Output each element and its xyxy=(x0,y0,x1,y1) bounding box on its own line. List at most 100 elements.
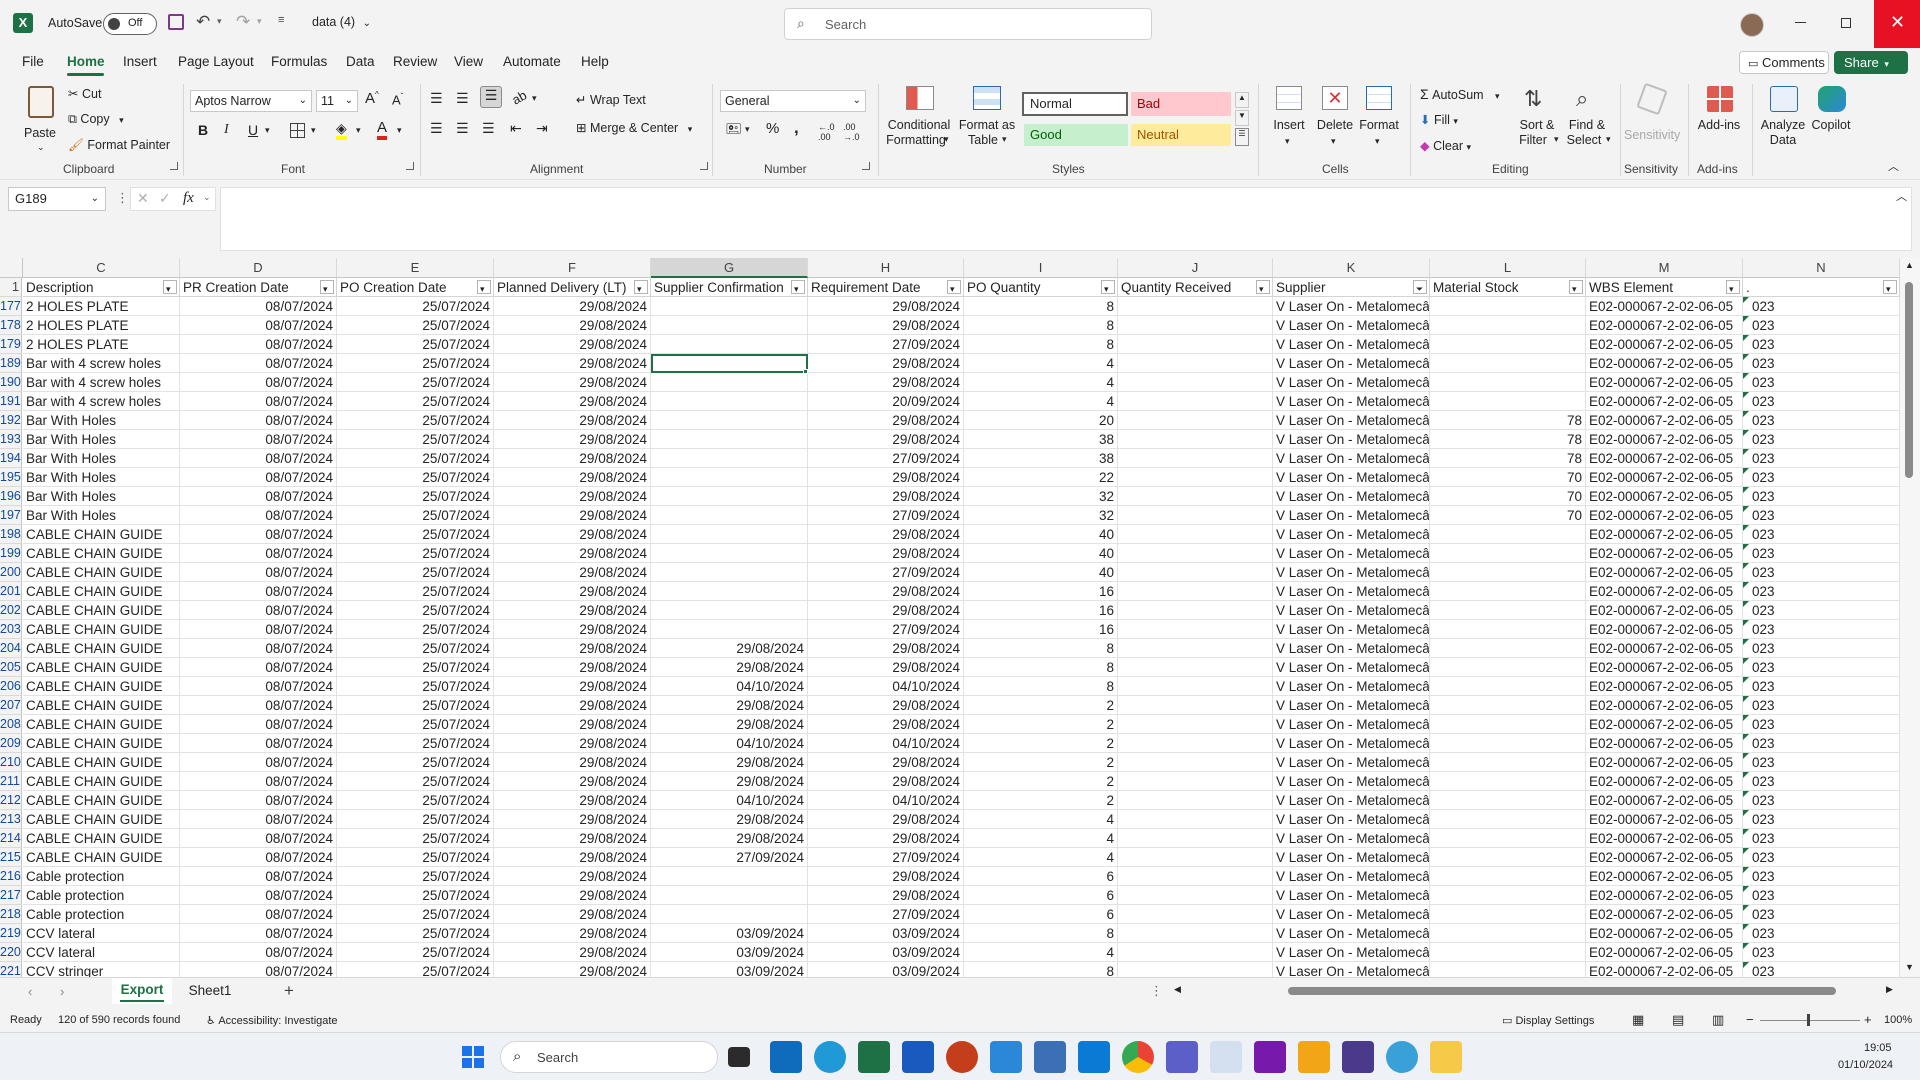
table-cell[interactable]: 03/09/2024 xyxy=(808,943,964,962)
table-cell[interactable]: E02-000067-2-02-06-05 xyxy=(1586,886,1743,905)
table-cell[interactable]: E02-000067-2-02-06-05 xyxy=(1586,924,1743,943)
table-cell[interactable]: 023 xyxy=(1743,525,1900,544)
table-cell[interactable]: 023 xyxy=(1743,316,1900,335)
table-cell[interactable]: 16 xyxy=(964,601,1118,620)
table-cell[interactable]: 4 xyxy=(964,392,1118,411)
style-normal[interactable]: Normal xyxy=(1022,92,1128,116)
table-cell[interactable]: 29/08/2024 xyxy=(651,829,808,848)
table-cell[interactable]: 023 xyxy=(1743,506,1900,525)
table-cell[interactable] xyxy=(1430,791,1586,810)
table-cell[interactable]: V Laser On - Metalomecânica, SA xyxy=(1273,620,1430,639)
table-cell[interactable]: 25/07/2024 xyxy=(337,297,494,316)
table-cell[interactable]: 4 xyxy=(964,373,1118,392)
table-cell[interactable]: 29/08/2024 xyxy=(494,449,651,468)
table-cell[interactable]: 29/08/2024 xyxy=(651,696,808,715)
header-cell[interactable]: PO Quantity ▾ xyxy=(964,278,1118,297)
windows-start-icon[interactable] xyxy=(462,1046,484,1068)
table-cell[interactable]: V Laser On - Metalomecânica, SA xyxy=(1273,791,1430,810)
decrease-indent-icon[interactable]: ⇤ xyxy=(510,120,522,137)
table-cell[interactable]: 023 xyxy=(1743,924,1900,943)
table-cell[interactable]: CABLE CHAIN GUIDE xyxy=(23,639,180,658)
table-cell[interactable]: 25/07/2024 xyxy=(337,335,494,354)
table-cell[interactable]: 29/08/2024 xyxy=(494,354,651,373)
table-cell[interactable]: 2 xyxy=(964,696,1118,715)
table-cell[interactable]: 29/08/2024 xyxy=(494,829,651,848)
table-cell[interactable]: 29/08/2024 xyxy=(494,734,651,753)
column-header-n[interactable]: N xyxy=(1743,258,1900,278)
header-cell[interactable]: Supplier Confirmation ▾ xyxy=(651,278,808,297)
row-number[interactable]: 221 xyxy=(0,962,22,977)
table-cell[interactable]: 08/07/2024 xyxy=(180,430,337,449)
table-cell[interactable]: E02-000067-2-02-06-05 xyxy=(1586,297,1743,316)
row-number[interactable]: 211 xyxy=(0,772,22,791)
table-cell[interactable]: CABLE CHAIN GUIDE xyxy=(23,696,180,715)
table-cell[interactable]: 29/08/2024 xyxy=(808,715,964,734)
table-cell[interactable]: 25/07/2024 xyxy=(337,962,494,977)
header-cell[interactable]: Quantity Received ▾ xyxy=(1118,278,1273,297)
row-number[interactable]: 201 xyxy=(0,582,22,601)
table-cell[interactable] xyxy=(1430,392,1586,411)
table-cell[interactable]: 8 xyxy=(964,316,1118,335)
table-cell[interactable]: 023 xyxy=(1743,544,1900,563)
chrome-icon[interactable] xyxy=(1122,1041,1154,1073)
table-cell[interactable]: 29/08/2024 xyxy=(494,962,651,977)
table-cell[interactable]: 29/08/2024 xyxy=(808,411,964,430)
undo-icon[interactable]: ↶ xyxy=(196,12,210,32)
table-cell[interactable]: E02-000067-2-02-06-05 xyxy=(1586,620,1743,639)
row-number[interactable]: 207 xyxy=(0,696,22,715)
table-cell[interactable]: 25/07/2024 xyxy=(337,658,494,677)
enter-icon[interactable]: ✓ xyxy=(159,190,171,207)
styles-scroll-down-icon[interactable]: ▼ xyxy=(1235,110,1249,126)
format-painter-button[interactable]: 🖌 Format Painter xyxy=(68,138,170,153)
column-header-k[interactable]: K xyxy=(1273,258,1430,278)
prev-sheet-icon[interactable]: ‹ xyxy=(28,984,32,999)
table-cell[interactable]: 023 xyxy=(1743,297,1900,316)
column-header-f[interactable]: F xyxy=(494,258,651,278)
table-cell[interactable]: 08/07/2024 xyxy=(180,924,337,943)
table-cell[interactable] xyxy=(1118,696,1273,715)
table-cell[interactable]: 25/07/2024 xyxy=(337,753,494,772)
header-cell[interactable]: WBS Element ▾ xyxy=(1586,278,1743,297)
wrap-text-button[interactable]: ↵ Wrap Text xyxy=(576,92,646,107)
worksheet-grid[interactable]: CDEFGHIJKLMN Description ▾ PR Creation Dat… xyxy=(0,258,1920,977)
row-number[interactable]: 191 xyxy=(0,392,22,411)
row-number[interactable]: 193 xyxy=(0,430,22,449)
table-cell[interactable]: 2 xyxy=(964,791,1118,810)
scroll-left-icon[interactable]: ◀ xyxy=(1174,984,1181,995)
table-cell[interactable]: 023 xyxy=(1743,905,1900,924)
table-cell[interactable] xyxy=(1118,772,1273,791)
table-cell[interactable]: E02-000067-2-02-06-05 xyxy=(1586,829,1743,848)
table-cell[interactable] xyxy=(1430,924,1586,943)
filter-dropdown-icon[interactable]: ▾ xyxy=(1256,280,1270,294)
zoom-level[interactable]: 100% xyxy=(1884,1014,1912,1026)
table-cell[interactable] xyxy=(1430,525,1586,544)
teams-icon[interactable] xyxy=(1166,1041,1198,1073)
table-cell[interactable]: 08/07/2024 xyxy=(180,506,337,525)
orientation-icon[interactable]: ab xyxy=(509,87,529,107)
table-cell[interactable] xyxy=(651,430,808,449)
table-cell[interactable]: 25/07/2024 xyxy=(337,620,494,639)
table-cell[interactable] xyxy=(1118,943,1273,962)
table-cell[interactable]: 08/07/2024 xyxy=(180,677,337,696)
table-cell[interactable]: 25/07/2024 xyxy=(337,886,494,905)
align-middle-icon[interactable]: ☰ xyxy=(456,90,469,107)
active-cell[interactable] xyxy=(651,354,808,373)
table-cell[interactable]: 023 xyxy=(1743,468,1900,487)
table-cell[interactable] xyxy=(651,867,808,886)
row-number[interactable]: 195 xyxy=(0,468,22,487)
table-cell[interactable]: Cable protection xyxy=(23,905,180,924)
defender-icon[interactable] xyxy=(1078,1041,1110,1073)
next-sheet-icon[interactable]: › xyxy=(60,984,64,999)
table-cell[interactable] xyxy=(1430,582,1586,601)
table-cell[interactable]: 32 xyxy=(964,487,1118,506)
row-number[interactable]: 209 xyxy=(0,734,22,753)
table-cell[interactable]: CABLE CHAIN GUIDE xyxy=(23,791,180,810)
edge-icon[interactable] xyxy=(814,1041,846,1073)
table-cell[interactable]: 29/08/2024 xyxy=(808,373,964,392)
task-view-icon[interactable] xyxy=(728,1047,750,1067)
table-cell[interactable]: Bar With Holes xyxy=(23,411,180,430)
zoom-in-icon[interactable]: + xyxy=(1864,1012,1872,1027)
customize-toolbar-icon[interactable]: ≡ xyxy=(278,14,284,26)
zoom-out-icon[interactable]: − xyxy=(1746,1012,1754,1027)
table-cell[interactable] xyxy=(1430,734,1586,753)
